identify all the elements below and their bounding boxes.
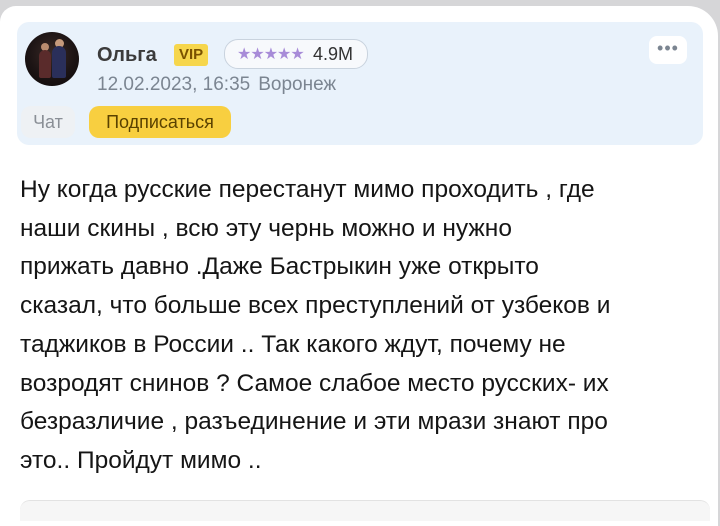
post-city: Воронеж	[258, 74, 337, 95]
rating-stars-icon: ★★★★★	[237, 46, 305, 63]
post-header: Ольга VIP ★★★★★ 4.9M 12.02.2023, 16:35 Во…	[17, 22, 703, 145]
post-meta: 12.02.2023, 16:35 Воронеж	[97, 74, 336, 96]
next-post-card	[20, 500, 710, 521]
rating-value: 4.9M	[313, 44, 354, 64]
author-name[interactable]: Ольга	[97, 44, 157, 67]
post-card: Ольга VIP ★★★★★ 4.9M 12.02.2023, 16:35 Во…	[0, 6, 718, 526]
avatar-figure	[52, 46, 66, 78]
avatar[interactable]	[25, 32, 79, 86]
rating-badge[interactable]: ★★★★★ 4.9M	[224, 39, 368, 69]
post-datetime: 12.02.2023, 16:35	[97, 74, 251, 95]
post-body-text: Ну когда русские перестанут мимо проходи…	[20, 176, 611, 474]
more-options-button[interactable]: •••	[649, 36, 687, 64]
chat-button[interactable]: Чат	[21, 106, 75, 138]
vip-badge: VIP	[174, 44, 209, 66]
avatar-figure	[39, 50, 51, 78]
subscribe-button[interactable]: Подписаться	[89, 106, 231, 138]
